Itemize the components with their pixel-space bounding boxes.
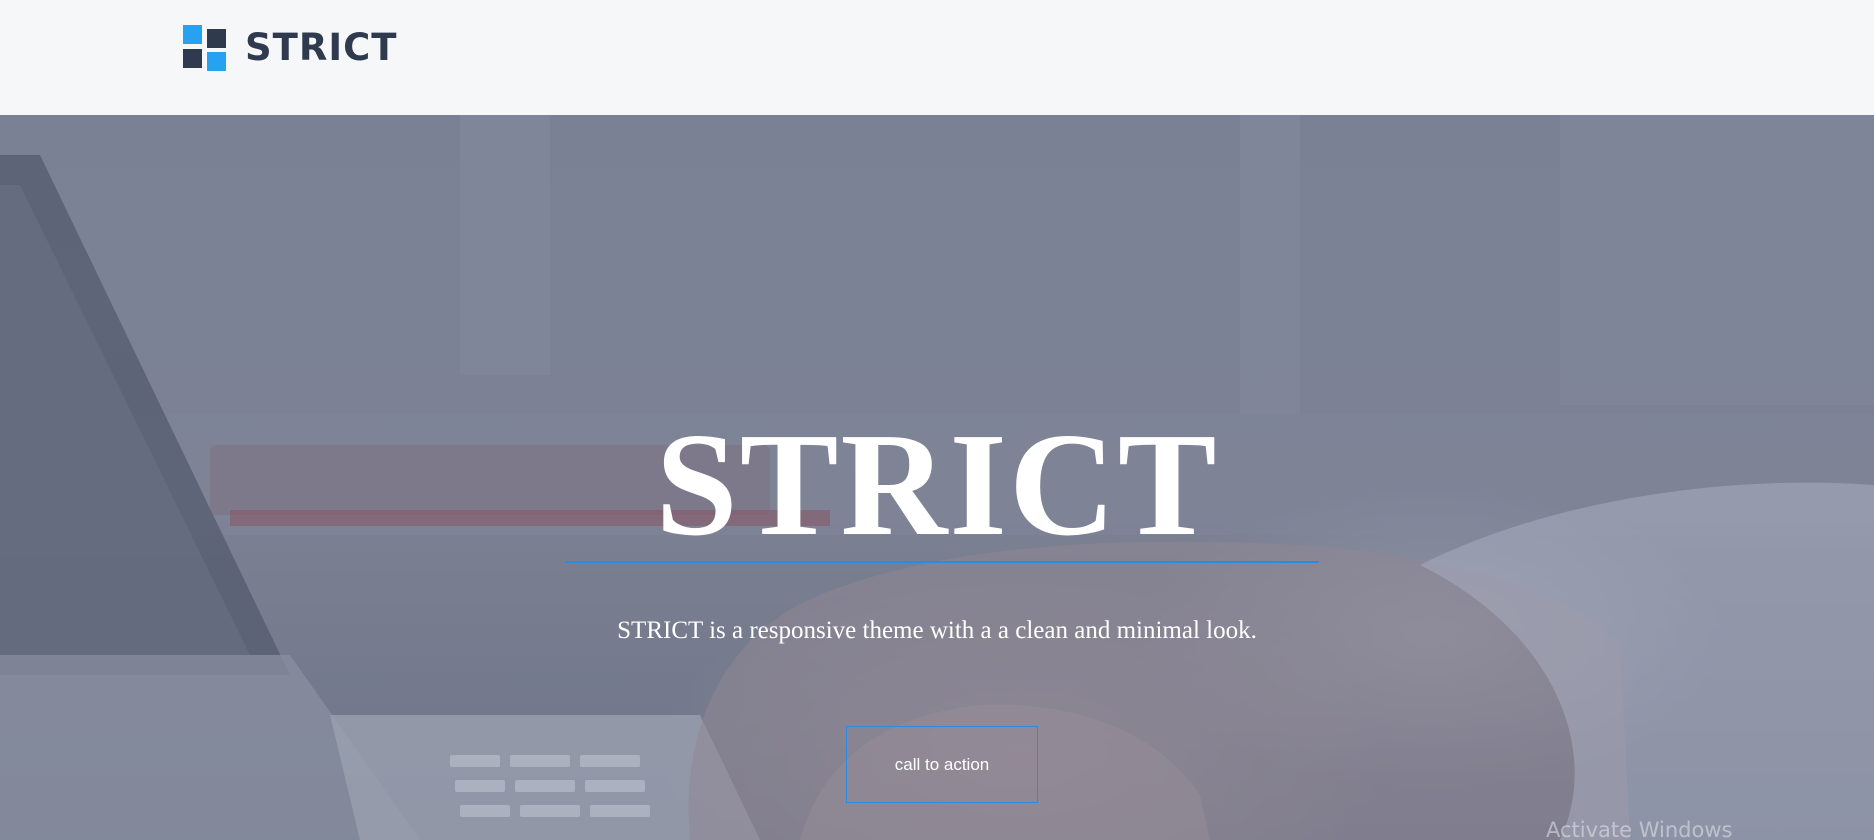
site-header: STRICT — [0, 0, 1874, 115]
logo-square — [183, 49, 202, 68]
logo-square — [207, 52, 226, 71]
logo-icon — [183, 25, 226, 71]
brand-name: STRICT — [245, 26, 398, 69]
activate-windows-watermark: Activate Windows — [1546, 818, 1733, 840]
hero-subtitle: STRICT is a responsive theme with a a cl… — [617, 617, 1257, 644]
brand-logo-link[interactable]: STRICT — [183, 25, 398, 71]
hero-divider — [566, 561, 1319, 563]
logo-square — [207, 29, 226, 48]
call-to-action-button[interactable]: call to action — [846, 726, 1038, 803]
logo-square — [183, 25, 202, 44]
hero-title: STRICT — [655, 403, 1219, 567]
hero-section: STRICT STRICT is a responsive theme with… — [0, 115, 1874, 840]
